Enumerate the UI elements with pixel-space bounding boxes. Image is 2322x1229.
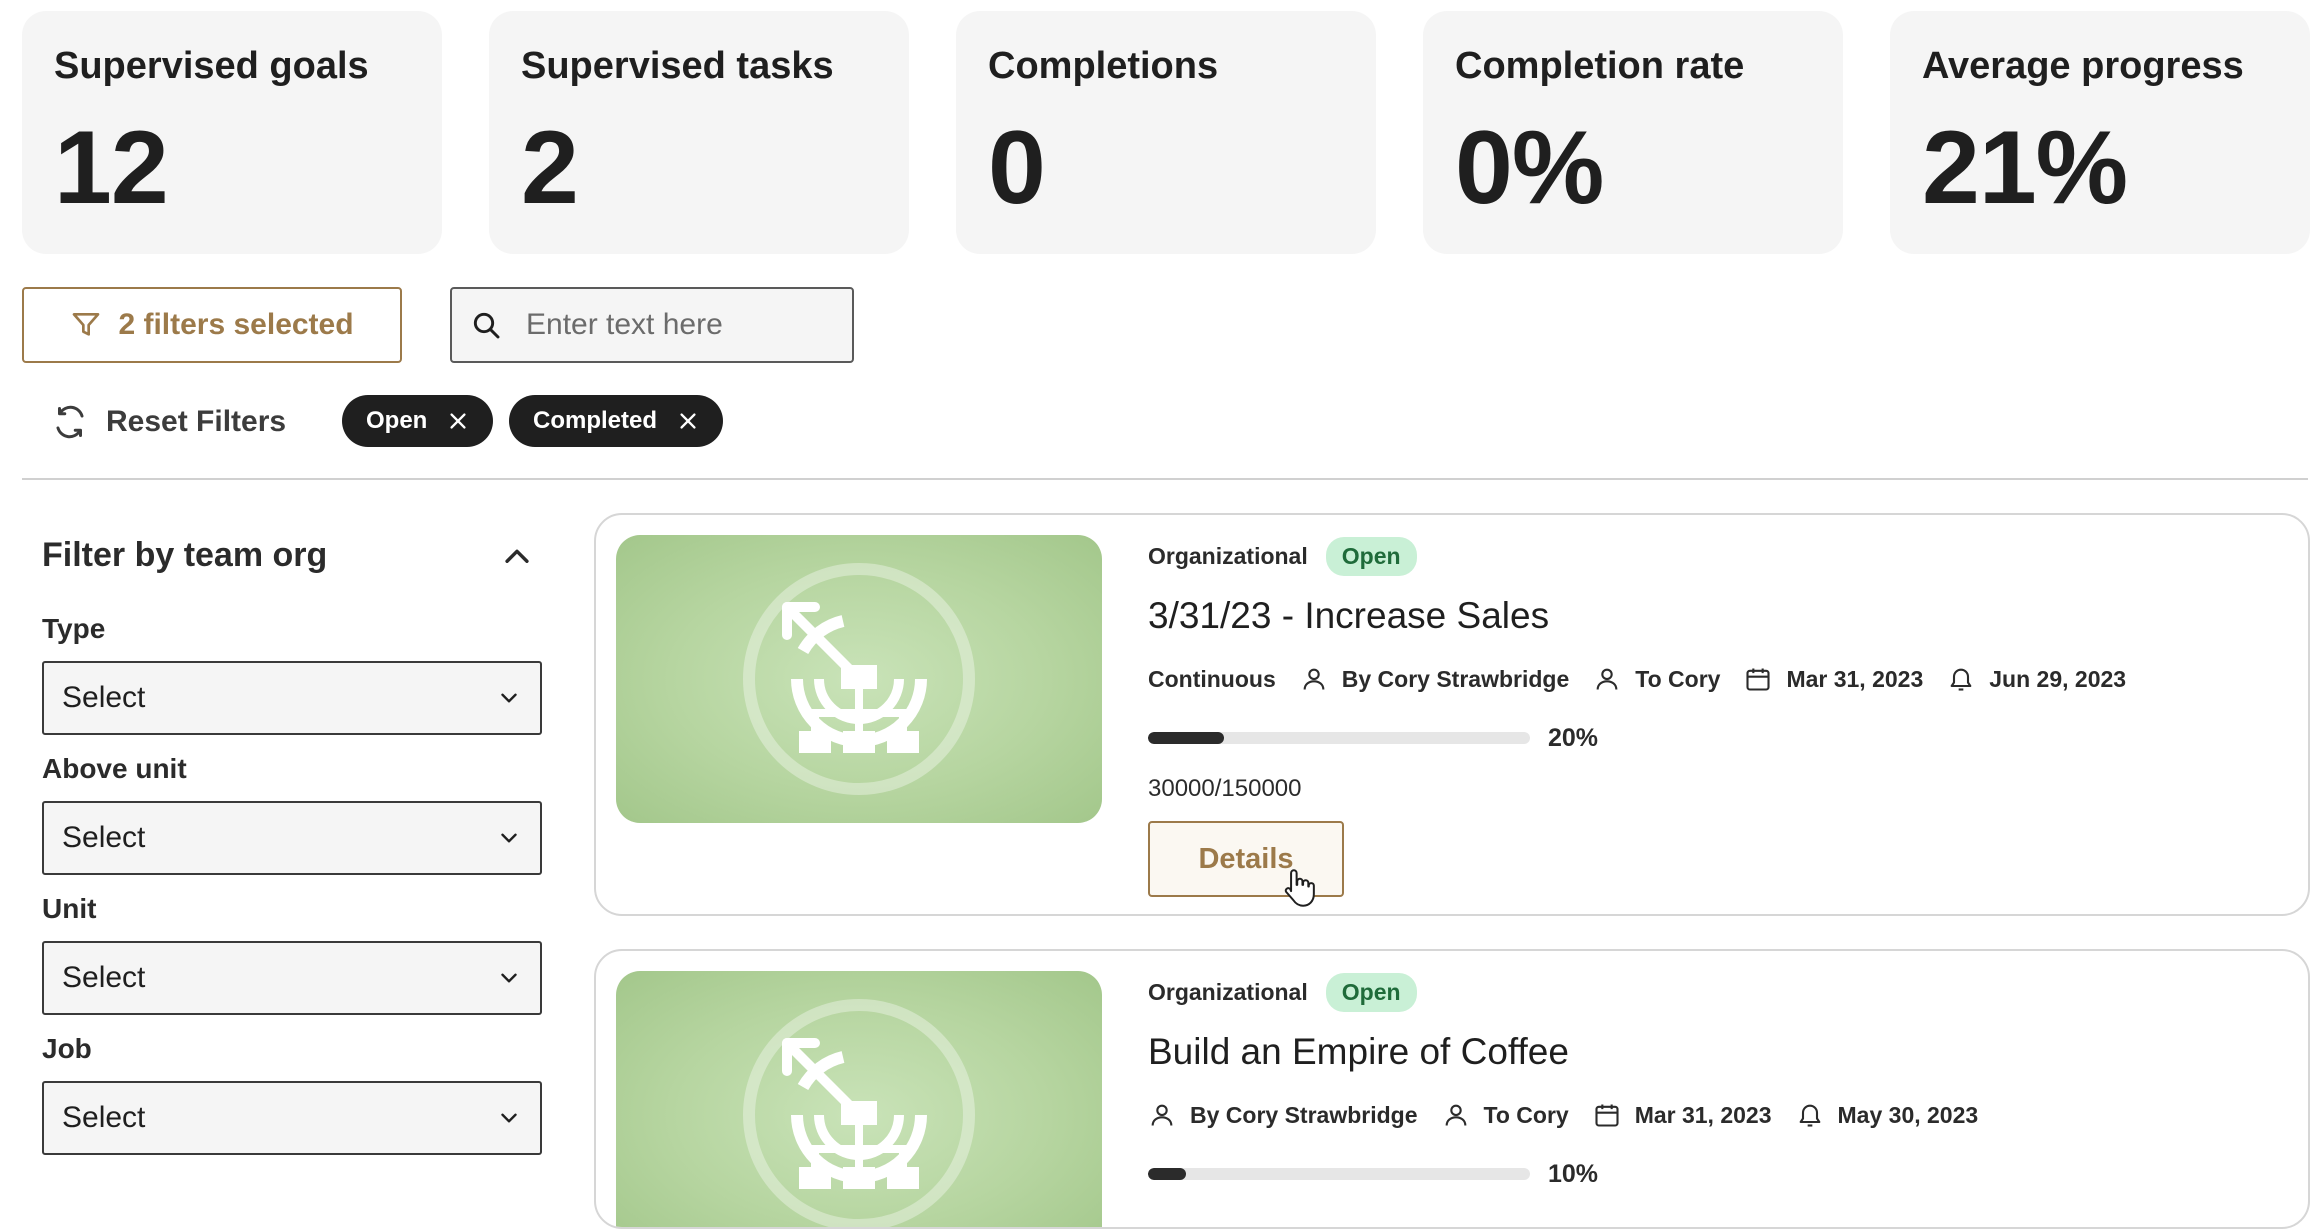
chip-label: Completed (533, 407, 658, 434)
status-badge: Open (1325, 973, 1417, 1012)
goal-thumbnail (616, 971, 1102, 1227)
filter-job-label: Job (42, 1033, 92, 1064)
progress-bar (1148, 732, 1530, 744)
search-icon (470, 309, 502, 341)
unit-select[interactable]: Select (42, 941, 542, 1015)
filter-chip-completed[interactable]: Completed (509, 395, 724, 447)
stat-card-average-progress: Average progress 21% (1890, 11, 2310, 254)
filter-unit-label: Unit (42, 893, 97, 924)
progress-bar (1148, 1168, 1530, 1180)
reset-filters-button[interactable]: Reset Filters (52, 398, 286, 446)
select-value: Select (62, 681, 146, 714)
target-org-icon (743, 999, 975, 1227)
goal-start-date: Mar 31, 2023 (1786, 665, 1924, 692)
goal-title[interactable]: Build an Empire of Coffee (1148, 1031, 1569, 1073)
progress-fill (1148, 1168, 1187, 1180)
close-icon[interactable] (677, 410, 699, 432)
progress-percent: 10% (1548, 1160, 1599, 1188)
goal-thumbnail (616, 535, 1102, 823)
select-value: Select (62, 1101, 146, 1134)
user-icon (1148, 1101, 1176, 1129)
goal-reminder-date: May 30, 2023 (1837, 1101, 1979, 1128)
close-icon[interactable] (447, 410, 469, 432)
filter-icon (70, 309, 102, 341)
filter-type-label: Type (42, 613, 106, 644)
goal-meta: Organizational Open (1148, 973, 1417, 1012)
goal-card: Organizational Open Build an Empire of C… (594, 949, 2310, 1229)
progress-fill (1148, 732, 1225, 744)
goal-owner: By Cory Strawbridge (1190, 1101, 1418, 1128)
select-value: Select (62, 821, 146, 854)
filters-button-label: 2 filters selected (118, 308, 354, 341)
status-badge: Open (1325, 537, 1417, 576)
goal-info: By Cory Strawbridge To Cory Mar 31, 2023… (1148, 1101, 1978, 1129)
stat-card-completion-rate: Completion rate 0% (1423, 11, 1843, 254)
chip-label: Open (366, 407, 428, 434)
goal-title[interactable]: 3/31/23 - Increase Sales (1148, 595, 1549, 637)
stat-value: 2 (521, 110, 579, 226)
chevron-down-icon (496, 685, 522, 711)
goal-reminder-date: Jun 29, 2023 (1989, 665, 2127, 692)
calendar-icon (1593, 1101, 1621, 1129)
select-value: Select (62, 961, 146, 994)
bell-icon (1947, 665, 1975, 693)
stat-value: 0 (988, 110, 1046, 226)
stat-label: Supervised tasks (521, 45, 834, 87)
stat-value: 21% (1922, 110, 2128, 226)
stat-label: Completions (988, 45, 1219, 87)
chevron-down-icon (496, 965, 522, 991)
goal-assignee: To Cory (1635, 665, 1721, 692)
progress-ratio: 30000/150000 (1148, 775, 1302, 802)
type-select[interactable]: Select (42, 661, 542, 735)
stat-value: 0% (1455, 110, 1604, 226)
filter-chip-open[interactable]: Open (342, 395, 494, 447)
goal-meta: Organizational Open (1148, 537, 1417, 576)
stat-label: Average progress (1922, 45, 2244, 87)
goal-start-date: Mar 31, 2023 (1634, 1101, 1772, 1128)
refresh-icon (52, 404, 88, 440)
stat-card-completions: Completions 0 (956, 11, 1376, 254)
reset-filters-label: Reset Filters (106, 405, 287, 438)
hand-cursor-icon (1284, 868, 1316, 913)
bell-icon (1796, 1101, 1824, 1129)
stat-label: Supervised goals (54, 45, 369, 87)
search-box (450, 287, 854, 363)
search-input[interactable] (524, 307, 848, 343)
chevron-down-icon (496, 1105, 522, 1131)
target-org-icon (743, 563, 975, 800)
goal-card: Organizational Open 3/31/23 - Increase S… (594, 513, 2310, 916)
stat-label: Completion rate (1455, 45, 1745, 87)
stat-card-supervised-goals: Supervised goals 12 (22, 11, 442, 254)
chevron-down-icon (496, 825, 522, 851)
user-icon (1300, 665, 1328, 693)
filters-button[interactable]: 2 filters selected (22, 287, 402, 363)
goal-category: Organizational (1148, 543, 1308, 569)
calendar-icon (1744, 665, 1772, 693)
goal-assignee: To Cory (1483, 1101, 1569, 1128)
job-select[interactable]: Select (42, 1081, 542, 1155)
sidebar-title: Filter by team org (42, 536, 328, 574)
goal-info: Continuous By Cory Strawbridge To Cory M… (1148, 665, 2126, 693)
chevron-up-icon[interactable] (500, 540, 534, 579)
user-icon (1593, 665, 1621, 693)
goal-owner: By Cory Strawbridge (1341, 665, 1570, 692)
goal-category: Organizational (1148, 979, 1308, 1005)
stat-card-supervised-tasks: Supervised tasks 2 (489, 11, 909, 254)
filter-above-unit-label: Above unit (42, 753, 187, 784)
goal-frequency: Continuous (1148, 665, 1276, 692)
user-icon (1442, 1101, 1470, 1129)
above-unit-select[interactable]: Select (42, 801, 542, 875)
progress-percent: 20% (1548, 724, 1599, 752)
divider (22, 478, 2308, 480)
stat-value: 12 (54, 110, 169, 226)
